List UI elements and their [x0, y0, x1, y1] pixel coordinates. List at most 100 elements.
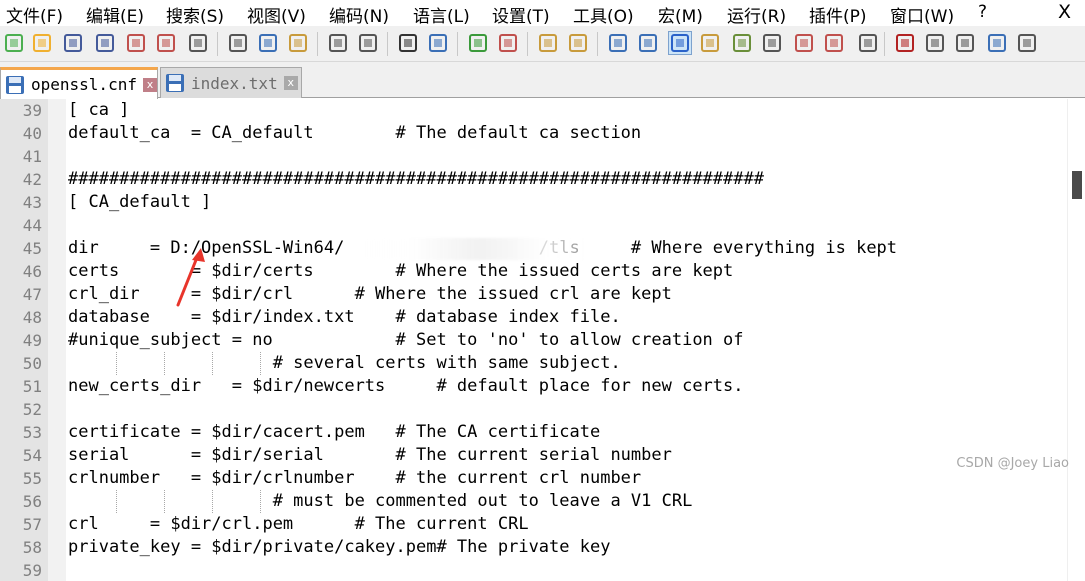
code-line[interactable]: 48 database = $dir/index.txt # database i… — [0, 306, 1050, 329]
code-line[interactable]: 50 # several certs with same subject. — [0, 352, 1050, 375]
line-text: database = $dir/index.txt # database ind… — [68, 307, 621, 327]
toolbar-separator — [884, 32, 885, 56]
scrollbar-thumb[interactable] — [1072, 171, 1082, 199]
line-text: crl = $dir/crl.pem # The current CRL — [68, 514, 529, 534]
run-macro-multiple-icon[interactable] — [985, 31, 1009, 55]
red-arrow-annotation — [176, 248, 205, 307]
code-line[interactable]: 39 [ ca ] — [0, 99, 1050, 122]
sync-horizontal-icon[interactable] — [566, 31, 590, 55]
menu-item[interactable]: 搜索(S) — [166, 2, 224, 27]
function-list-icon[interactable] — [760, 31, 784, 55]
doc-list-icon[interactable] — [822, 31, 846, 55]
replace-icon[interactable] — [426, 31, 450, 55]
line-text: # must be commented out to leave a V1 CR… — [68, 491, 693, 511]
find-icon[interactable] — [396, 31, 420, 55]
menu-item[interactable]: 文件(F) — [6, 2, 63, 27]
menu-item[interactable]: 编辑(E) — [86, 2, 144, 27]
close-tab-icon[interactable]: x — [283, 76, 298, 90]
zoom-out-icon[interactable] — [496, 31, 520, 55]
code-line[interactable]: 42 ######################################… — [0, 168, 1050, 191]
zoom-in-icon[interactable] — [466, 31, 490, 55]
close-window-button[interactable]: X — [1058, 1, 1071, 23]
line-number: 54 — [22, 446, 42, 465]
monitor-icon[interactable] — [856, 31, 880, 55]
code-line[interactable]: 47 crl_dir = $dir/crl # Where the issued … — [0, 283, 1050, 306]
save-icon[interactable] — [61, 31, 85, 55]
vertical-scrollbar[interactable] — [1067, 99, 1085, 581]
menu-item[interactable]: 插件(P) — [809, 2, 867, 27]
show-all-chars-icon[interactable] — [636, 31, 660, 55]
line-text: crlnumber = $dir/crlnumber # the current… — [68, 468, 642, 488]
code-line[interactable]: 58 private_key = $dir/private/cakey.pem# … — [0, 536, 1050, 559]
stop-macro-icon[interactable] — [923, 31, 947, 55]
menu-item[interactable]: 工具(O) — [573, 2, 634, 27]
code-line[interactable]: 49 #unique_subject = no # Set to 'no' to … — [0, 329, 1050, 352]
redo-icon[interactable] — [356, 31, 380, 55]
word-wrap-icon[interactable] — [606, 31, 630, 55]
code-line[interactable]: 44 — [0, 214, 1050, 237]
line-text: certificate = $dir/cacert.pem # The CA c… — [68, 422, 601, 442]
line-number: 43 — [22, 193, 42, 212]
menu-item[interactable]: 语言(L) — [413, 2, 470, 27]
line-number: 47 — [22, 285, 42, 304]
menu-item[interactable]: 设置(T) — [492, 2, 550, 27]
line-text: private_key = $dir/private/cakey.pem# Th… — [68, 537, 611, 557]
line-number: 56 — [22, 492, 42, 511]
tab-bar: openssl.cnf x index.txt x — [0, 62, 1085, 99]
save-all-icon[interactable] — [93, 31, 117, 55]
menu-item[interactable]: ? — [978, 2, 987, 22]
saved-file-icon — [166, 74, 184, 92]
line-number: 53 — [22, 423, 42, 442]
menu-item[interactable]: 宏(M) — [658, 2, 703, 27]
code-line[interactable]: 54 serial = $dir/serial # The current ser… — [0, 444, 1050, 467]
line-number: 58 — [22, 538, 42, 557]
folder-workspace-icon[interactable] — [792, 31, 816, 55]
save-macro-icon[interactable] — [1015, 31, 1039, 55]
text-editor[interactable]: 39 [ ca ] 40 default_ca = CA_default # The … — [0, 99, 1085, 581]
play-macro-icon[interactable] — [953, 31, 977, 55]
doc-map-icon[interactable] — [730, 31, 754, 55]
user-language-icon[interactable] — [698, 31, 722, 55]
code-line[interactable]: 46 certs = $dir/certs # Where the issued … — [0, 260, 1050, 283]
cut-icon[interactable] — [226, 31, 250, 55]
code-line[interactable]: 51 new_certs_dir = $dir/newcerts # defaul… — [0, 375, 1050, 398]
code-line[interactable]: 52 — [0, 398, 1050, 421]
line-number: 50 — [22, 354, 42, 373]
code-line[interactable]: 53 certificate = $dir/cacert.pem # The CA… — [0, 421, 1050, 444]
code-line[interactable]: 59 — [0, 559, 1050, 581]
record-macro-icon[interactable] — [893, 31, 917, 55]
close-all-icon[interactable] — [154, 31, 178, 55]
menu-item[interactable]: 运行(R) — [727, 2, 786, 27]
toolbar-separator — [317, 32, 318, 56]
new-file-icon[interactable] — [2, 31, 26, 55]
watermark: CSDN @Joey Liao — [956, 456, 1069, 471]
toolbar-separator — [457, 32, 458, 56]
paste-icon[interactable] — [286, 31, 310, 55]
line-number: 40 — [22, 124, 42, 143]
toolbar-separator — [387, 32, 388, 56]
code-line[interactable]: 56 # must be commented out to leave a V1… — [0, 490, 1050, 513]
print-icon[interactable] — [186, 31, 210, 55]
menu-item[interactable]: 窗口(W) — [890, 2, 954, 27]
line-text: [ CA_default ] — [68, 192, 212, 212]
close-icon[interactable] — [124, 31, 148, 55]
copy-icon[interactable] — [256, 31, 280, 55]
code-line[interactable]: 41 — [0, 145, 1050, 168]
code-line[interactable]: 43 [ CA_default ] — [0, 191, 1050, 214]
tab-openssl-cnf[interactable]: openssl.cnf x — [0, 67, 158, 99]
indent-guide-icon[interactable] — [668, 31, 692, 55]
line-number: 51 — [22, 377, 42, 396]
indent-guide — [164, 352, 165, 375]
toolbar-separator — [217, 32, 218, 56]
undo-icon[interactable] — [326, 31, 350, 55]
code-line[interactable]: 55 crlnumber = $dir/crlnumber # the curre… — [0, 467, 1050, 490]
code-line[interactable]: 40 default_ca = CA_default # The default … — [0, 122, 1050, 145]
sync-vertical-icon[interactable] — [536, 31, 560, 55]
tab-index-txt[interactable]: index.txt x — [160, 67, 302, 98]
close-tab-icon[interactable]: x — [142, 77, 157, 92]
menu-item[interactable]: 编码(N) — [329, 2, 389, 27]
open-file-icon[interactable] — [30, 31, 54, 55]
line-number: 45 — [22, 239, 42, 258]
menu-item[interactable]: 视图(V) — [247, 2, 306, 27]
code-line[interactable]: 57 crl = $dir/crl.pem # The current CRL — [0, 513, 1050, 536]
